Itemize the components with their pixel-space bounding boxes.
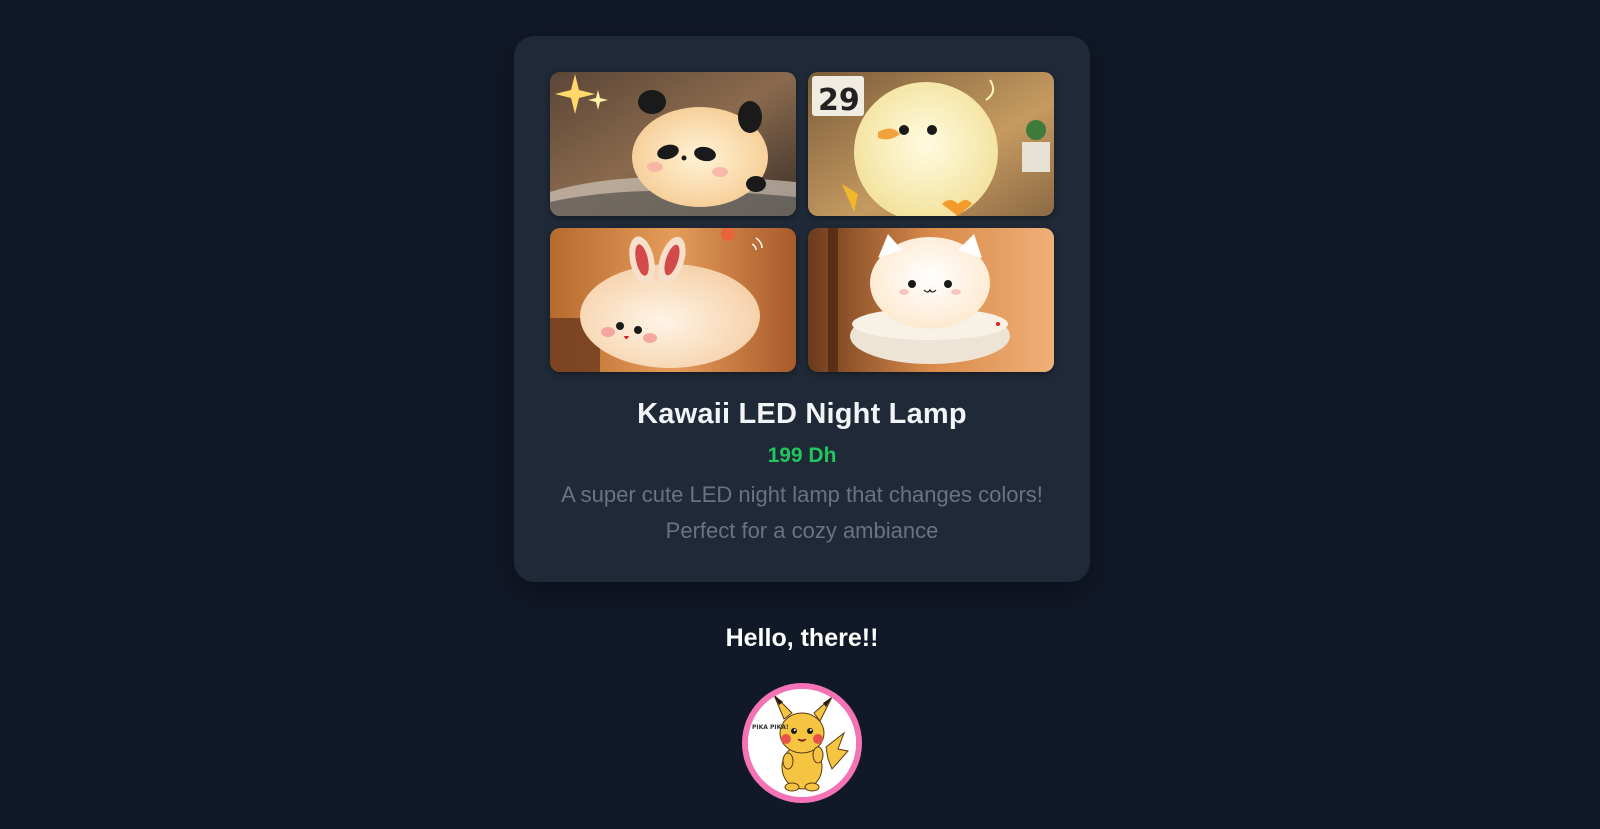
product-image-cat[interactable] [808,228,1054,372]
pikachu-avatar-image: PIKA PIKA! [748,689,856,797]
image-gallery: 29 [550,72,1054,372]
svg-text:29: 29 [818,83,860,118]
product-image-bunny[interactable] [550,228,796,372]
product-image-duck[interactable]: 29 [808,72,1054,216]
product-card: 29 Kawaii LED Night Lamp 199 Dh A super … [514,36,1090,582]
avatar[interactable]: PIKA PIKA! [742,683,862,803]
product-description: A super cute LED night lamp that changes… [561,482,1043,543]
product-title: Kawaii LED Night Lamp [637,398,967,430]
avatar-caption: PIKA PIKA! [752,724,789,731]
product-price: 199 Dh [767,444,837,467]
greeting-text: Hello, there!! [725,624,879,652]
product-image-panda[interactable] [550,72,796,216]
